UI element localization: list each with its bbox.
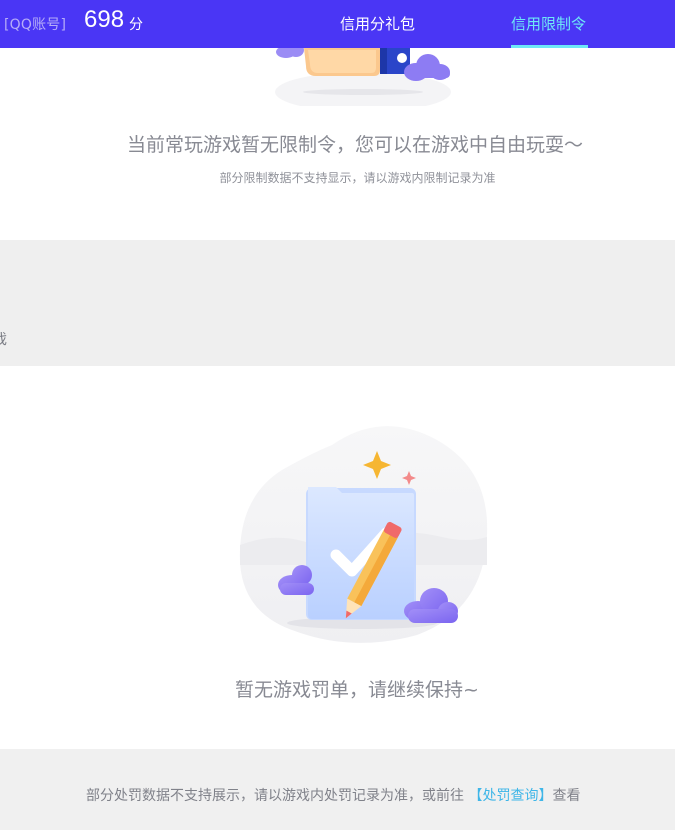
tab-credit-gift[interactable]: 信用分礼包: [340, 13, 415, 34]
tab-credit-limit[interactable]: 信用限制令: [511, 13, 586, 34]
folder-pencil-illustration: [239, 426, 488, 643]
page: [QQ账号] 698 分 信用分礼包 信用限制令 当前常玩游戏暂无限制令，您可以…: [0, 0, 675, 830]
penalty-empty-title: 暂无游戏罚单，请继续保持~: [235, 679, 479, 701]
credit-score: 698: [84, 6, 125, 33]
hand-icon: [304, 48, 380, 76]
band-text-fragment: 戏: [0, 329, 7, 349]
penalty-notice-prefix: 部分处罚数据不支持展示，请以游戏内处罚记录为准，或前往: [86, 788, 469, 804]
penalty-query-link[interactable]: 【处罚查询】: [468, 788, 552, 804]
illustration-shadow: [303, 89, 423, 95]
divider-band: [0, 240, 675, 366]
account-label[interactable]: [QQ账号]: [4, 14, 66, 34]
cloud-icon: [404, 54, 450, 81]
hand-cloud-illustration: [275, 40, 451, 106]
active-tab-indicator: [511, 45, 588, 48]
credit-score-unit: 分: [129, 17, 143, 33]
penalty-notice: 部分处罚数据不支持展示，请以游戏内处罚记录为准，或前往 【处罚查询】查看: [86, 785, 580, 805]
top-bar: [QQ账号] 698 分 信用分礼包 信用限制令: [0, 0, 675, 48]
penalty-notice-suffix: 查看: [552, 788, 581, 804]
limit-empty-title: 当前常玩游戏暂无限制令，您可以在游戏中自由玩耍～: [126, 134, 583, 156]
limit-empty-subtitle: 部分限制数据不支持显示，请以游戏内限制记录为准: [219, 171, 496, 185]
